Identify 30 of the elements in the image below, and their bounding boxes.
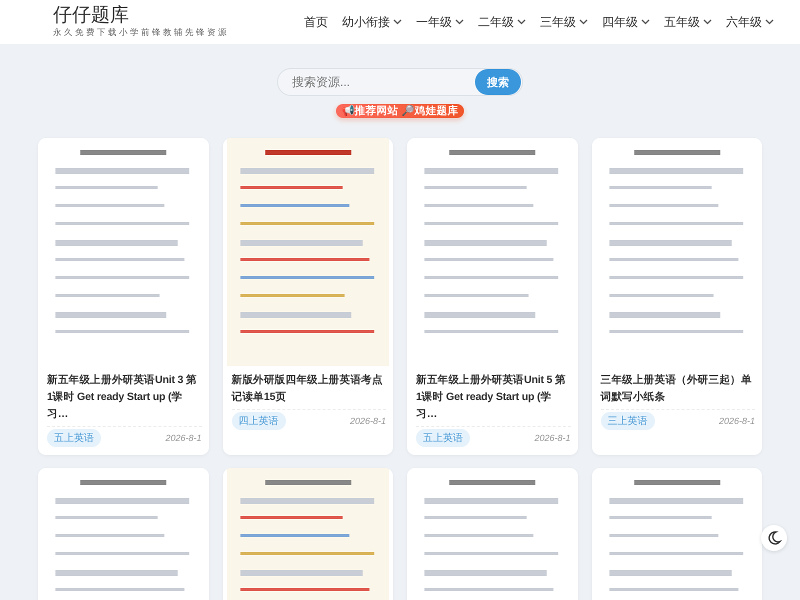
nav-link[interactable]: 五年级 bbox=[664, 14, 712, 30]
card-title[interactable]: 三年级上册英语（外研三起）单词默写小纸条 bbox=[600, 372, 755, 406]
resource-card[interactable]: 新五年级上册外研英语Unit 5 第1课时 Get ready Start up (学习… 五上英语 2026-8-1 bbox=[407, 138, 578, 455]
nav-link[interactable]: 幼小衔接 bbox=[342, 14, 402, 30]
caret-icon[interactable] bbox=[765, 19, 774, 25]
moon-icon[interactable] bbox=[761, 525, 787, 551]
post-date: 2026-8-1 bbox=[350, 416, 386, 426]
resource-card[interactable]: 新五年级上册外研英语Unit 3 第1课时 Get ready Start up (学习… 五上英语 2026-8-1 bbox=[38, 138, 208, 455]
caret-icon[interactable] bbox=[703, 19, 712, 25]
nav-link[interactable]: 六年级 bbox=[726, 14, 774, 30]
card-title[interactable]: 新版外研版四年级上册英语考点记读单15页 bbox=[232, 372, 386, 406]
site-logo[interactable]: 仔仔题库 bbox=[53, 5, 129, 27]
card-title[interactable]: 新五年级上册外研英语Unit 3 第1课时 Get ready Start up (学习… bbox=[47, 372, 202, 423]
nav-link[interactable]: 四年级 bbox=[602, 14, 650, 30]
caret-icon[interactable] bbox=[517, 19, 526, 25]
site-tagline: 永久免费下载小学前锋教辅先锋资源 bbox=[53, 27, 229, 39]
resource-card[interactable]: 新版外研版四年级上册英语考点记读单15页 四上英语 2026-8-1 bbox=[222, 138, 393, 455]
caret-icon[interactable] bbox=[393, 19, 402, 25]
caret-icon[interactable] bbox=[641, 19, 650, 25]
card-title[interactable]: 新五年级上册外研英语Unit 5 第1课时 Get ready Start up (学习… bbox=[416, 372, 570, 423]
nav-link[interactable]: 三年级 bbox=[540, 14, 588, 30]
caret-icon[interactable] bbox=[579, 19, 588, 25]
nav-link[interactable]: 二年级 bbox=[478, 14, 526, 30]
caret-icon[interactable] bbox=[455, 19, 464, 25]
nav-link[interactable]: 首页 bbox=[304, 14, 328, 30]
post-date: 2026-8-1 bbox=[718, 416, 755, 426]
post-date: 2026-8-1 bbox=[165, 433, 202, 443]
resource-card[interactable]: 三年级上册英语（外研三起）单词默写小纸条 三上英语 2026-8-1 bbox=[592, 138, 762, 455]
nav-link[interactable]: 一年级 bbox=[416, 14, 464, 30]
post-date: 2026-8-1 bbox=[534, 433, 570, 443]
